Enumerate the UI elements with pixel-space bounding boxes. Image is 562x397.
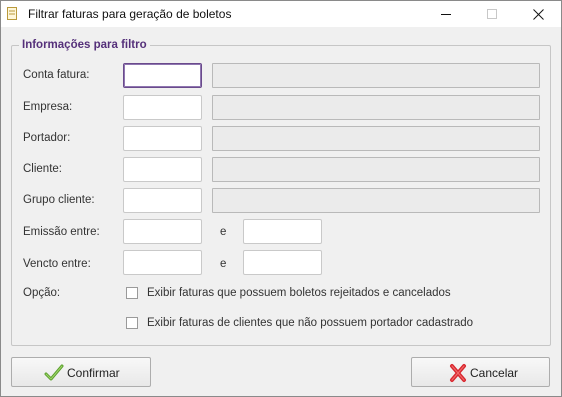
rejected-cancelled-checkbox[interactable]: [126, 287, 138, 299]
cliente-code-input[interactable]: [123, 157, 202, 182]
portador-code-input[interactable]: [123, 126, 202, 151]
document-icon: [7, 7, 17, 20]
vencto-to-input[interactable]: [243, 250, 322, 275]
maximize-icon: [487, 9, 497, 19]
grupo-cliente-description: [212, 188, 540, 213]
title-bar[interactable]: Filtrar faturas para geração de boletos: [1, 1, 561, 27]
minimize-button[interactable]: [423, 1, 469, 27]
conta-fatura-label: Conta fatura:: [23, 69, 90, 81]
grupo-cliente-label: Grupo cliente:: [23, 194, 95, 206]
opcao-label: Opção:: [23, 287, 61, 299]
portador-label: Portador:: [23, 132, 71, 144]
empresa-description: [212, 95, 540, 120]
confirm-button-label: Confirmar: [67, 366, 120, 380]
emissao-label: Emissão entre:: [23, 226, 100, 238]
cliente-label: Cliente:: [23, 163, 62, 175]
no-portador-checkbox[interactable]: [126, 317, 138, 329]
emissao-from-input[interactable]: [123, 219, 202, 244]
vencto-label: Vencto entre:: [23, 258, 91, 270]
window-title: Filtrar faturas para geração de boletos: [28, 7, 232, 21]
emissao-and-label: e: [220, 226, 227, 238]
cliente-description: [212, 157, 540, 182]
vencto-from-input[interactable]: [123, 250, 202, 275]
check-icon: [44, 364, 64, 381]
vencto-and-label: e: [220, 258, 227, 270]
conta-fatura-code-input[interactable]: [123, 63, 202, 88]
dialog-window: Filtrar faturas para geração de boletos …: [0, 0, 562, 397]
groupbox-legend: Informações para filtro: [19, 39, 150, 51]
empresa-code-input[interactable]: [123, 95, 202, 120]
conta-fatura-description: [212, 63, 540, 88]
maximize-button[interactable]: [469, 1, 515, 27]
x-icon: [450, 364, 466, 382]
close-button[interactable]: [515, 1, 561, 27]
emissao-to-input[interactable]: [243, 219, 322, 244]
close-icon: [532, 8, 544, 20]
confirm-button[interactable]: Confirmar: [11, 357, 151, 387]
portador-description: [212, 126, 540, 151]
cancel-button-label: Cancelar: [470, 366, 519, 380]
minimize-icon: [441, 14, 451, 15]
empresa-label: Empresa:: [23, 101, 73, 113]
rejected-cancelled-checkbox-label[interactable]: Exibir faturas que possuem boletos rejei…: [147, 287, 451, 299]
grupo-cliente-code-input[interactable]: [123, 188, 202, 213]
cancel-button[interactable]: Cancelar: [411, 357, 550, 387]
no-portador-checkbox-label[interactable]: Exibir faturas de clientes que não possu…: [147, 317, 473, 329]
